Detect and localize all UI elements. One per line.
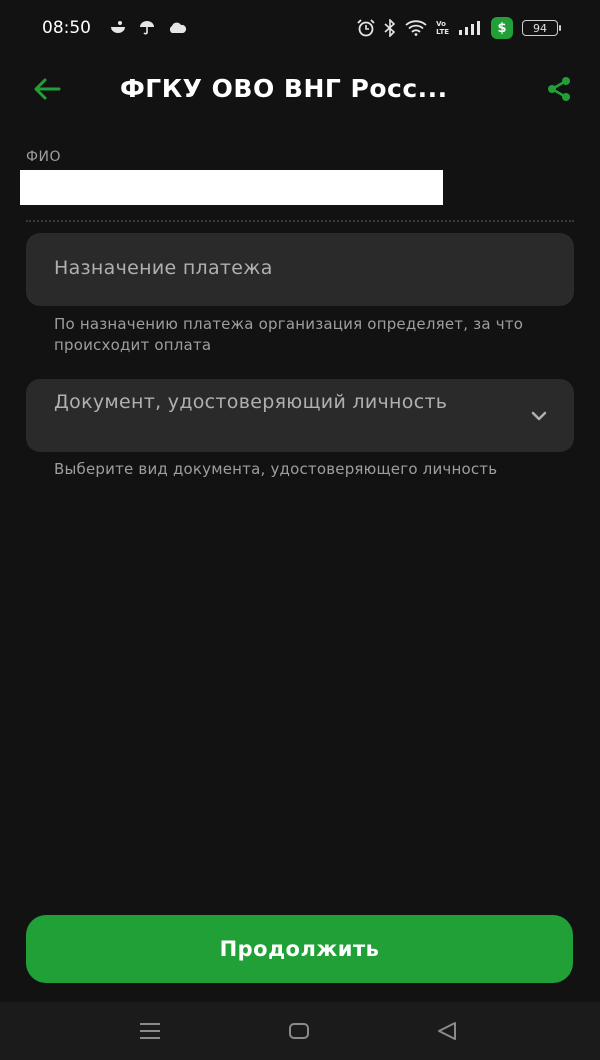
home-icon[interactable] bbox=[286, 1019, 312, 1043]
signal-icon bbox=[458, 20, 482, 36]
back-button[interactable] bbox=[30, 74, 64, 108]
bank-badge-icon: $ bbox=[491, 17, 513, 39]
fio-label: ФИО bbox=[26, 149, 62, 165]
cloud-icon bbox=[167, 21, 187, 35]
app-header: ФГКУ ОВО ВНГ Росс... bbox=[0, 60, 600, 120]
volte-top: Vo bbox=[436, 20, 446, 28]
bluetooth-icon bbox=[384, 19, 396, 37]
back-triangle-icon[interactable] bbox=[434, 1019, 460, 1043]
wifi-icon bbox=[405, 20, 427, 36]
arrow-left-icon bbox=[32, 77, 62, 105]
payment-purpose-hint: По назначению платежа организация опреде… bbox=[54, 315, 524, 354]
share-icon bbox=[545, 75, 573, 107]
volte-bottom: LTE bbox=[436, 28, 449, 36]
divider bbox=[26, 220, 574, 222]
payment-purpose-field[interactable]: Назначение платежа bbox=[26, 233, 574, 306]
continue-button[interactable]: Продолжить bbox=[26, 915, 573, 983]
identity-document-select[interactable]: Документ, удостоверяющий личность bbox=[26, 379, 574, 452]
system-nav-bar bbox=[0, 1002, 600, 1060]
status-time: 08:50 bbox=[42, 18, 91, 38]
status-right: Vo LTE $ 94 bbox=[357, 17, 561, 39]
identity-document-placeholder: Документ, удостоверяющий личность bbox=[54, 391, 448, 413]
status-bar: 08:50 Vo LTE $ 94 bbox=[0, 0, 600, 56]
screen: 08:50 Vo LTE $ 94 ФГКУ ОВО ВНГ Росс... Ф… bbox=[0, 0, 600, 1060]
volte-indicator: Vo LTE bbox=[436, 20, 449, 36]
status-left: 08:50 bbox=[42, 18, 187, 38]
bowl-icon bbox=[109, 20, 127, 36]
fio-value bbox=[20, 170, 443, 205]
payment-purpose-placeholder: Назначение платежа bbox=[54, 257, 273, 279]
page-title: ФГКУ ОВО ВНГ Росс... bbox=[120, 74, 448, 103]
battery-indicator: 94 bbox=[522, 20, 561, 36]
share-button[interactable] bbox=[542, 74, 576, 108]
chevron-down-icon bbox=[528, 405, 550, 427]
identity-document-hint: Выберите вид документа, удостоверяющего … bbox=[54, 460, 498, 478]
umbrella-icon bbox=[139, 20, 155, 36]
alarm-icon bbox=[357, 19, 375, 37]
menu-icon[interactable] bbox=[137, 1019, 163, 1043]
